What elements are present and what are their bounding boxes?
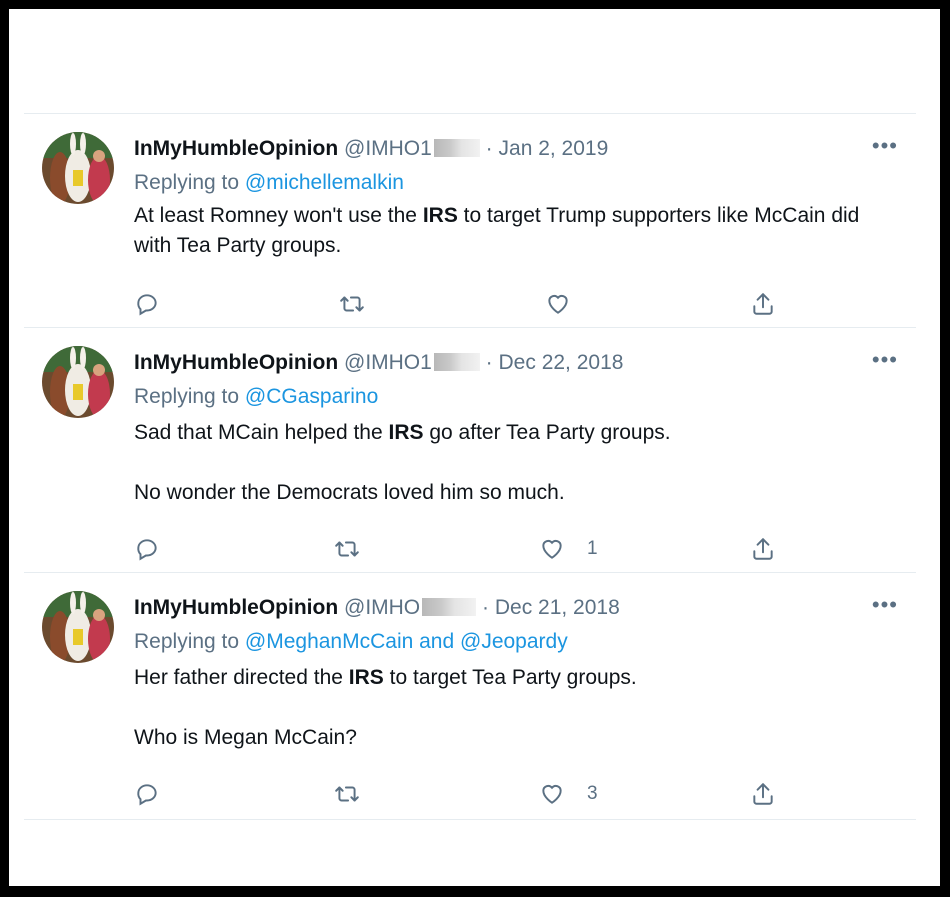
tweet-actions: 1 <box>134 534 794 564</box>
replying-to-label: Replying to <box>134 385 240 408</box>
more-options-icon[interactable]: ••• <box>872 349 898 371</box>
bold-text: IRS <box>388 421 424 444</box>
timeline-panel: InMyHumbleOpinion @IMHO1 · Jan 2, 2019 •… <box>9 9 940 886</box>
user-handle[interactable]: @IMHO1 <box>344 351 432 374</box>
retweet-icon <box>335 541 359 557</box>
tweet-paragraph: Sad that MCain helped the IRS go after T… <box>134 418 894 448</box>
text-run: At least Romney won't use the <box>134 204 423 227</box>
like-icon <box>542 539 562 559</box>
reply-icon <box>137 784 157 806</box>
text-run: Sad that MCain helped the <box>134 421 389 444</box>
tweet-text: Her father directed the IRS to target Te… <box>134 663 894 753</box>
tweet-paragraph: At least Romney won't use the IRS to tar… <box>134 201 894 261</box>
reply-mention-link[interactable]: @MeghanMcCain and @Jeopardy <box>245 630 568 653</box>
separator-dot: · <box>485 351 493 374</box>
redacted-handle-block <box>433 353 480 371</box>
user-handle[interactable]: @IMHO1 <box>344 137 432 160</box>
redacted-handle-block <box>422 598 477 616</box>
reply-mention-link[interactable]: @michellemalkin <box>245 171 404 194</box>
avatar[interactable] <box>42 346 114 418</box>
like-button[interactable]: 1 <box>539 534 598 564</box>
tweet-text: Sad that MCain helped the IRS go after T… <box>134 418 894 508</box>
text-run: No wonder the Democrats loved him so muc… <box>134 481 565 504</box>
reply-button[interactable] <box>134 779 160 809</box>
tweet-header: InMyHumbleOpinion @IMHO1 · Jan 2, 2019 <box>134 136 608 162</box>
tweet-paragraph: Her father directed the IRS to target Te… <box>134 663 894 693</box>
tweet-text: At least Romney won't use the IRS to tar… <box>134 201 894 261</box>
display-name[interactable]: InMyHumbleOpinion <box>134 351 338 374</box>
replying-to-label: Replying to <box>134 630 240 653</box>
retweet-button[interactable] <box>334 779 360 809</box>
separator-dot: · <box>482 596 489 619</box>
tweet-header: InMyHumbleOpinion @IMHO1 · Dec 22, 2018 <box>134 350 623 376</box>
share-button[interactable] <box>750 289 776 319</box>
tweet-date[interactable]: Dec 22, 2018 <box>499 351 624 374</box>
display-name[interactable]: InMyHumbleOpinion <box>134 137 338 160</box>
user-handle[interactable]: @IMHO <box>344 596 420 619</box>
tweet-paragraph: Who is Megan McCain? <box>134 723 894 753</box>
tweet-actions <box>134 289 794 319</box>
tweet-paragraph: No wonder the Democrats loved him so muc… <box>134 478 894 508</box>
share-icon <box>753 293 773 315</box>
retweet-icon <box>340 296 364 312</box>
reply-mention-link[interactable]: @CGasparino <box>245 385 378 408</box>
retweet-icon <box>335 786 359 802</box>
redacted-handle-block <box>433 139 480 157</box>
tweet-header: InMyHumbleOpinion @IMHO · Dec 21, 2018 <box>134 595 620 621</box>
text-run: Her father directed the <box>134 666 349 689</box>
reply-icon <box>137 294 157 316</box>
retweet-button[interactable] <box>339 289 365 319</box>
avatar[interactable] <box>42 132 114 204</box>
replying-to: Replying to @CGasparino <box>134 384 378 410</box>
retweet-button[interactable] <box>334 534 360 564</box>
tweet-date[interactable]: Jan 2, 2019 <box>499 137 609 160</box>
like-icon <box>542 784 562 804</box>
more-options-icon[interactable]: ••• <box>872 135 898 157</box>
more-options-icon[interactable]: ••• <box>872 594 898 616</box>
reply-button[interactable] <box>134 534 160 564</box>
share-button[interactable] <box>750 779 776 809</box>
share-icon <box>753 783 773 805</box>
tweet-actions: 3 <box>134 779 794 809</box>
like-icon <box>548 294 568 314</box>
tweet-2[interactable]: InMyHumbleOpinion @IMHO1 · Dec 22, 2018 … <box>24 327 916 573</box>
like-button[interactable]: 3 <box>539 779 598 809</box>
separator-dot: · <box>485 137 493 160</box>
tweet-1[interactable]: InMyHumbleOpinion @IMHO1 · Jan 2, 2019 •… <box>24 113 916 328</box>
reply-button[interactable] <box>134 289 160 319</box>
like-button[interactable] <box>545 289 593 319</box>
share-icon <box>753 538 773 560</box>
like-count: 1 <box>587 538 598 559</box>
reply-icon <box>137 539 157 561</box>
like-count: 3 <box>587 783 598 804</box>
display-name[interactable]: InMyHumbleOpinion <box>134 596 338 619</box>
text-run: to target Tea Party groups. <box>383 666 637 689</box>
tweet-3[interactable]: InMyHumbleOpinion @IMHO · Dec 21, 2018 •… <box>24 572 916 820</box>
replying-to-label: Replying to <box>134 171 240 194</box>
bold-text: IRS <box>422 204 458 227</box>
text-run: go after Tea Party groups. <box>423 421 671 444</box>
avatar[interactable] <box>42 591 114 663</box>
bold-text: IRS <box>348 666 384 689</box>
share-button[interactable] <box>750 534 776 564</box>
replying-to: Replying to @michellemalkin <box>134 170 404 196</box>
text-run: Who is Megan McCain? <box>134 726 357 749</box>
tweet-date[interactable]: Dec 21, 2018 <box>495 596 620 619</box>
replying-to: Replying to @MeghanMcCain and @Jeopardy <box>134 629 568 655</box>
